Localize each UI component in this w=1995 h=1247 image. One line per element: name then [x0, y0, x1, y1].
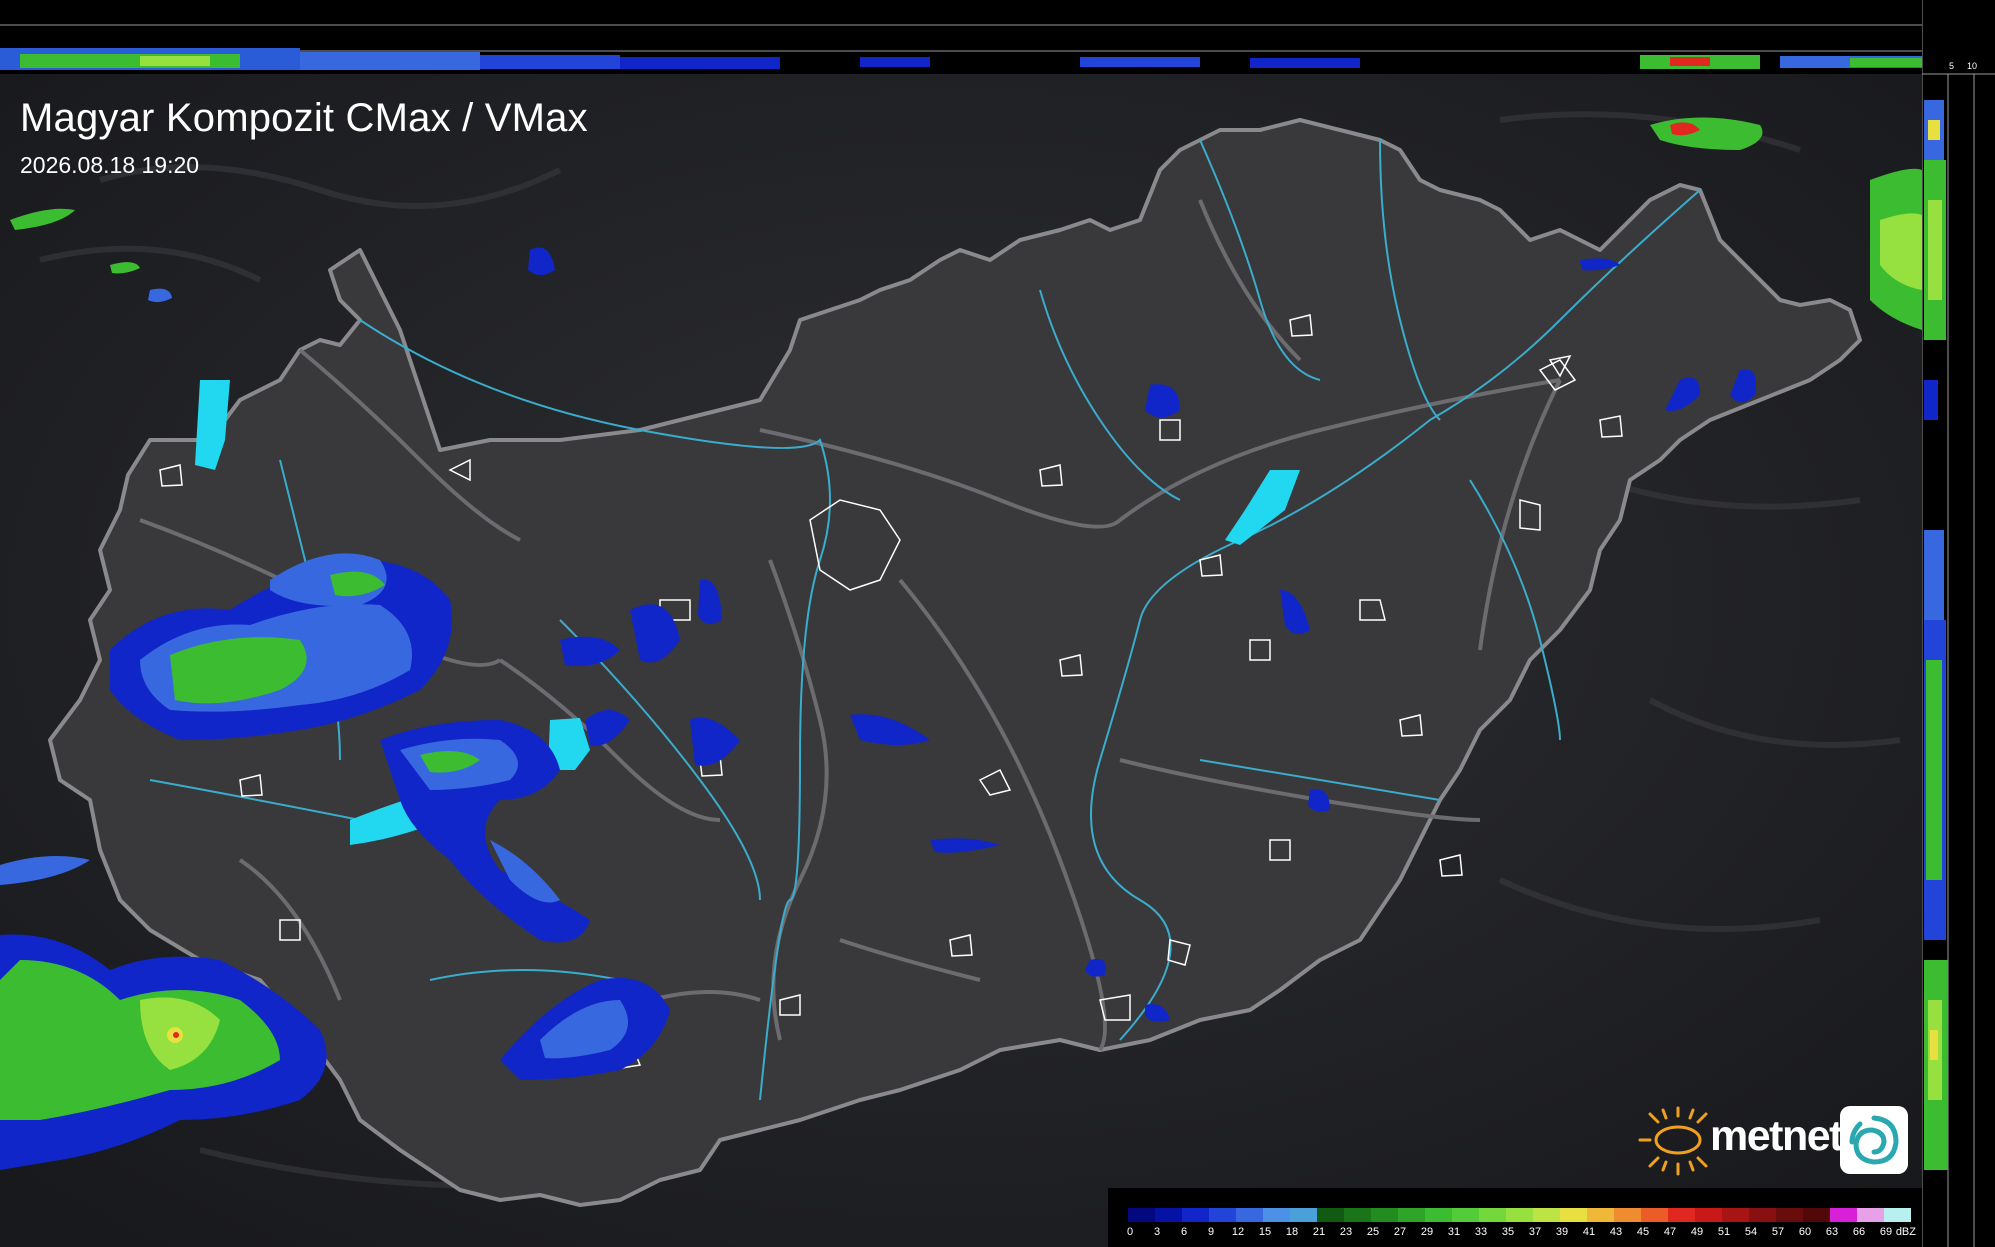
legend-tick-label: 6	[1180, 1226, 1188, 1238]
legend-swatch	[1749, 1208, 1776, 1222]
legend-tick-label: 47	[1663, 1226, 1677, 1238]
legend-swatch	[1506, 1208, 1533, 1222]
legend-tick-label: 12	[1231, 1226, 1245, 1238]
legend-swatch	[1290, 1208, 1317, 1222]
legend-swatch	[1641, 1208, 1668, 1222]
legend-swatch	[1155, 1208, 1182, 1222]
swirl-icon	[1849, 1115, 1899, 1165]
legend-tick-label: 9	[1207, 1226, 1215, 1238]
legend-swatch	[1857, 1208, 1884, 1222]
logo-wordmark: metnet	[1710, 1112, 1843, 1160]
legend-swatch	[1182, 1208, 1209, 1222]
legend-tick-label: 0	[1126, 1226, 1134, 1238]
legend-swatch	[1614, 1208, 1641, 1222]
legend-tick-label: 49	[1690, 1226, 1704, 1238]
right-scale-label-high: 10	[1967, 61, 1978, 71]
legend-swatch	[1344, 1208, 1371, 1222]
legend-tick-label: 31	[1447, 1226, 1461, 1238]
legend-swatch	[1209, 1208, 1236, 1222]
legend-color-bar	[1128, 1208, 1911, 1222]
radar-viewer: 10 5 5 10	[0, 0, 1995, 1247]
legend-swatch	[1668, 1208, 1695, 1222]
logo-badge	[1840, 1106, 1908, 1174]
legend-tick-label: 23	[1339, 1226, 1353, 1238]
right-scale-label-low: 5	[1949, 61, 1955, 71]
legend-swatch	[1884, 1208, 1911, 1222]
legend-swatch	[1722, 1208, 1749, 1222]
legend-swatch	[1371, 1208, 1398, 1222]
legend-swatch	[1776, 1208, 1803, 1222]
legend-swatch	[1452, 1208, 1479, 1222]
right-profile-strip	[1921, 0, 1995, 1247]
legend-swatch	[1830, 1208, 1857, 1222]
legend-swatch	[1425, 1208, 1452, 1222]
legend-tick-label: 43	[1609, 1226, 1623, 1238]
legend-swatch	[1560, 1208, 1587, 1222]
legend-swatch	[1803, 1208, 1830, 1222]
legend-tick-label: 35	[1501, 1226, 1515, 1238]
legend-tick-label: 37	[1528, 1226, 1542, 1238]
legend-tick-label: 27	[1393, 1226, 1407, 1238]
legend-swatch	[1398, 1208, 1425, 1222]
top-profile-strip	[0, 0, 1922, 74]
legend-tick-label: 60	[1798, 1226, 1812, 1238]
right-profile-graph	[1921, 0, 1995, 1247]
map-title: Magyar Kompozit CMax / VMax	[20, 96, 588, 140]
sun-icon	[1638, 1106, 1708, 1176]
dbz-color-legend: 0 3 6 9 12 15 18 21 23 25 27 29 31 33 35 37 39 41 43 45 47 49…	[1108, 1188, 1922, 1247]
legend-swatch	[1479, 1208, 1506, 1222]
legend-tick-label: 45	[1636, 1226, 1650, 1238]
legend-tick-label: 54	[1744, 1226, 1758, 1238]
legend-tick-label: 3	[1153, 1226, 1161, 1238]
legend-tick-label: 57	[1771, 1226, 1785, 1238]
legend-tick-label: 21	[1312, 1226, 1326, 1238]
legend-swatch	[1533, 1208, 1560, 1222]
legend-tick-label: 25	[1366, 1226, 1380, 1238]
legend-tick-label: 51	[1717, 1226, 1731, 1238]
legend-tick-label: 41	[1582, 1226, 1596, 1238]
legend-tick-label: 29	[1420, 1226, 1434, 1238]
legend-swatch	[1317, 1208, 1344, 1222]
legend-tick-label: 33	[1474, 1226, 1488, 1238]
legend-swatch	[1128, 1208, 1155, 1222]
legend-swatch	[1263, 1208, 1290, 1222]
legend-unit: dBZ	[1895, 1226, 1916, 1238]
legend-tick-label: 15	[1258, 1226, 1272, 1238]
metnet-logo: metnet	[1636, 1104, 1910, 1178]
legend-swatch	[1236, 1208, 1263, 1222]
legend-tick-label: 39	[1555, 1226, 1569, 1238]
map-timestamp: 2026.08.18 19:20	[20, 152, 200, 178]
top-profile-graph	[0, 24, 1922, 70]
legend-tick-label: 66	[1852, 1226, 1866, 1238]
legend-swatch	[1587, 1208, 1614, 1222]
legend-tick-label: 69	[1879, 1226, 1893, 1238]
legend-tick-label: 63	[1825, 1226, 1839, 1238]
legend-swatch	[1695, 1208, 1722, 1222]
radar-map[interactable]	[0, 74, 1922, 1247]
legend-tick-label: 18	[1285, 1226, 1299, 1238]
